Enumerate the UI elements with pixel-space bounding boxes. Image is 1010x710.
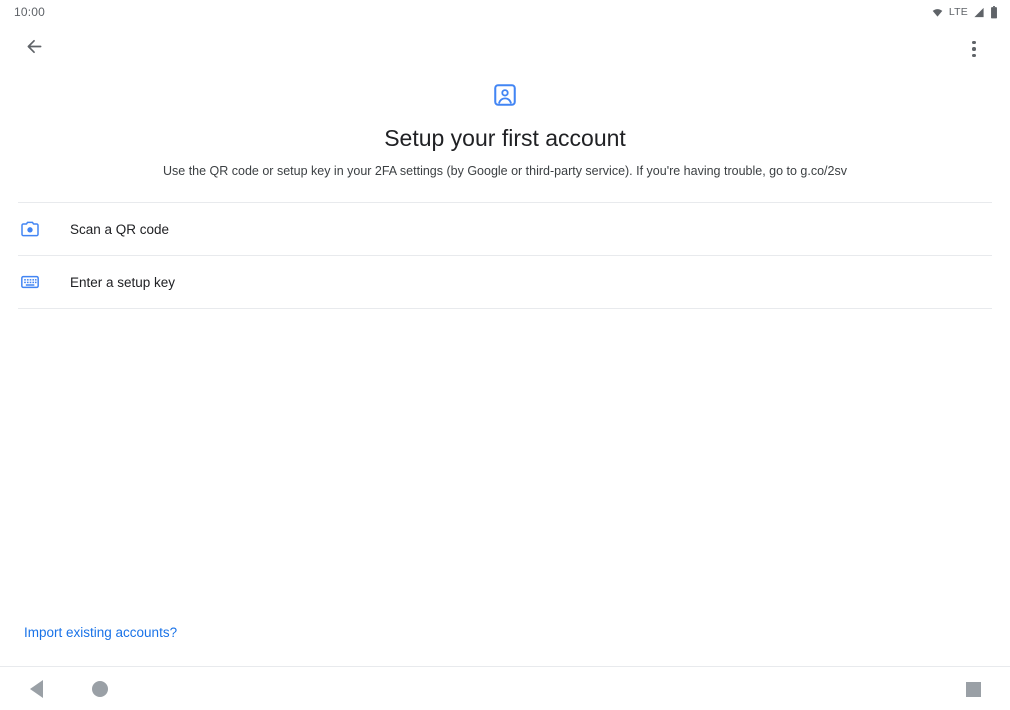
page-title: Setup your first account xyxy=(384,125,626,151)
camera-icon xyxy=(18,217,42,241)
status-clock: 10:00 xyxy=(14,5,46,19)
wifi-icon xyxy=(931,7,944,18)
footer-link-wrap: Import existing accounts? xyxy=(24,624,177,642)
android-nav-bar xyxy=(0,666,1010,710)
app-bar xyxy=(0,24,1010,74)
page-subtitle: Use the QR code or setup key in your 2FA… xyxy=(163,163,847,178)
divider-bottom xyxy=(18,308,992,310)
option-scan-qr-code[interactable]: Scan a QR code xyxy=(0,203,1010,255)
signal-icon xyxy=(973,7,985,18)
option-label: Enter a setup key xyxy=(70,274,176,290)
option-label: Scan a QR code xyxy=(70,221,170,237)
network-type-label: LTE xyxy=(948,6,968,18)
status-indicators: LTE xyxy=(931,5,998,19)
setup-options-list: Scan a QR code Enter a setup key xyxy=(0,202,1010,310)
account-box-icon xyxy=(492,82,518,113)
nav-recents-icon[interactable] xyxy=(966,682,981,697)
keyboard-icon xyxy=(18,270,42,294)
hero-section: Setup your first account Use the QR code… xyxy=(0,74,1010,180)
overflow-menu-button[interactable] xyxy=(954,29,994,69)
option-enter-setup-key[interactable]: Enter a setup key xyxy=(0,256,1010,308)
status-bar: 10:00 LTE xyxy=(0,0,1010,24)
account-box-icon-wrap xyxy=(0,82,1010,113)
import-existing-accounts-link[interactable]: Import existing accounts? xyxy=(24,625,177,640)
back-button[interactable] xyxy=(14,29,54,69)
nav-back-icon[interactable] xyxy=(30,680,43,698)
battery-icon xyxy=(990,5,998,19)
arrow-back-icon xyxy=(24,36,45,62)
more-vert-icon xyxy=(972,40,976,58)
nav-home-icon[interactable] xyxy=(92,681,108,697)
